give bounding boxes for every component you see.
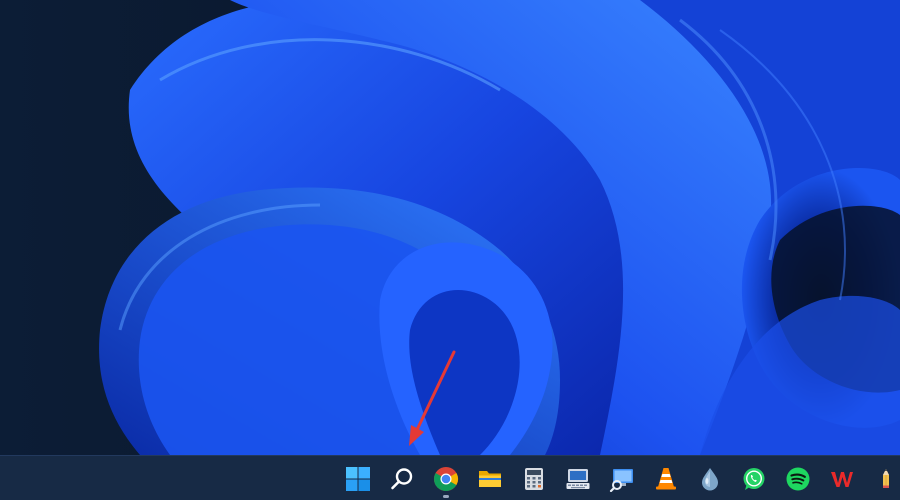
taskbar xyxy=(0,455,900,500)
folder-icon xyxy=(479,470,501,487)
vlc-cone-icon xyxy=(656,467,676,489)
calculator-icon xyxy=(525,467,543,490)
windows-start-icon xyxy=(346,466,370,491)
spotify-taskbar-button[interactable] xyxy=(776,457,820,500)
search-button[interactable] xyxy=(380,457,424,500)
wps-office-icon xyxy=(831,471,853,487)
monitor-search-icon xyxy=(609,468,633,492)
vlc-taskbar-button[interactable] xyxy=(644,457,688,500)
chrome-taskbar-button[interactable] xyxy=(424,457,468,500)
whatsapp-icon xyxy=(743,467,765,490)
whatsapp-taskbar-button[interactable] xyxy=(732,457,776,500)
droplet-app-taskbar-button[interactable] xyxy=(688,457,732,500)
spotify-icon xyxy=(786,467,810,490)
taskbar-pinned-apps xyxy=(336,456,900,500)
remote-desktop-taskbar-button[interactable] xyxy=(600,457,644,500)
start-button[interactable] xyxy=(336,457,380,500)
desktop-screen xyxy=(0,0,900,500)
pencil-app-taskbar-button[interactable] xyxy=(864,457,900,500)
wps-office-taskbar-button[interactable] xyxy=(820,457,864,500)
keyboard-app-icon xyxy=(566,468,590,489)
droplet-icon xyxy=(702,467,718,490)
search-icon xyxy=(391,467,413,489)
file-explorer-taskbar-button[interactable] xyxy=(468,457,512,500)
calculator-taskbar-button[interactable] xyxy=(512,457,556,500)
keyboard-app-taskbar-button[interactable] xyxy=(556,457,600,500)
pencil-icon xyxy=(883,468,889,488)
running-indicator xyxy=(443,494,449,498)
chrome-icon xyxy=(434,466,459,491)
desktop-wallpaper xyxy=(0,0,900,455)
